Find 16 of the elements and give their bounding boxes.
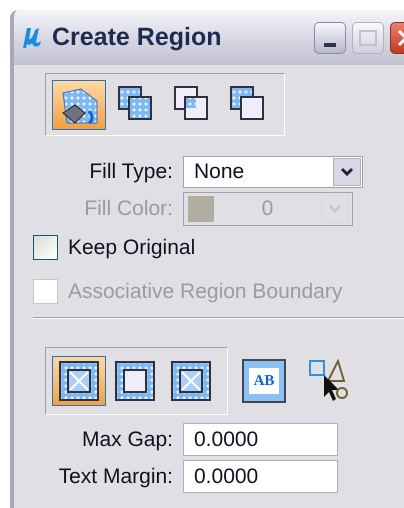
field-label: Fill Type: — [88, 159, 174, 186]
field-label: Fill Color: — [83, 196, 174, 222]
color-swatch — [188, 196, 214, 222]
flood-fill-button[interactable] — [52, 80, 106, 130]
checkbox-label: Keep Original — [68, 235, 196, 261]
minimize-button[interactable] — [314, 22, 346, 54]
input-field[interactable]: 0.0000 — [183, 423, 338, 456]
boundary-button[interactable] — [52, 356, 106, 406]
checkbox[interactable] — [33, 235, 58, 260]
window-title: Create Region — [52, 22, 222, 53]
fill-type-dropdown[interactable]: None — [183, 156, 363, 188]
text-button[interactable]: AB — [242, 359, 286, 403]
field-label: Max Gap: — [80, 426, 174, 453]
input-field[interactable]: 0.0000 — [183, 460, 338, 493]
checkbox-label: Associative Region Boundary — [68, 278, 342, 304]
field-label: Text Margin: — [58, 464, 174, 490]
